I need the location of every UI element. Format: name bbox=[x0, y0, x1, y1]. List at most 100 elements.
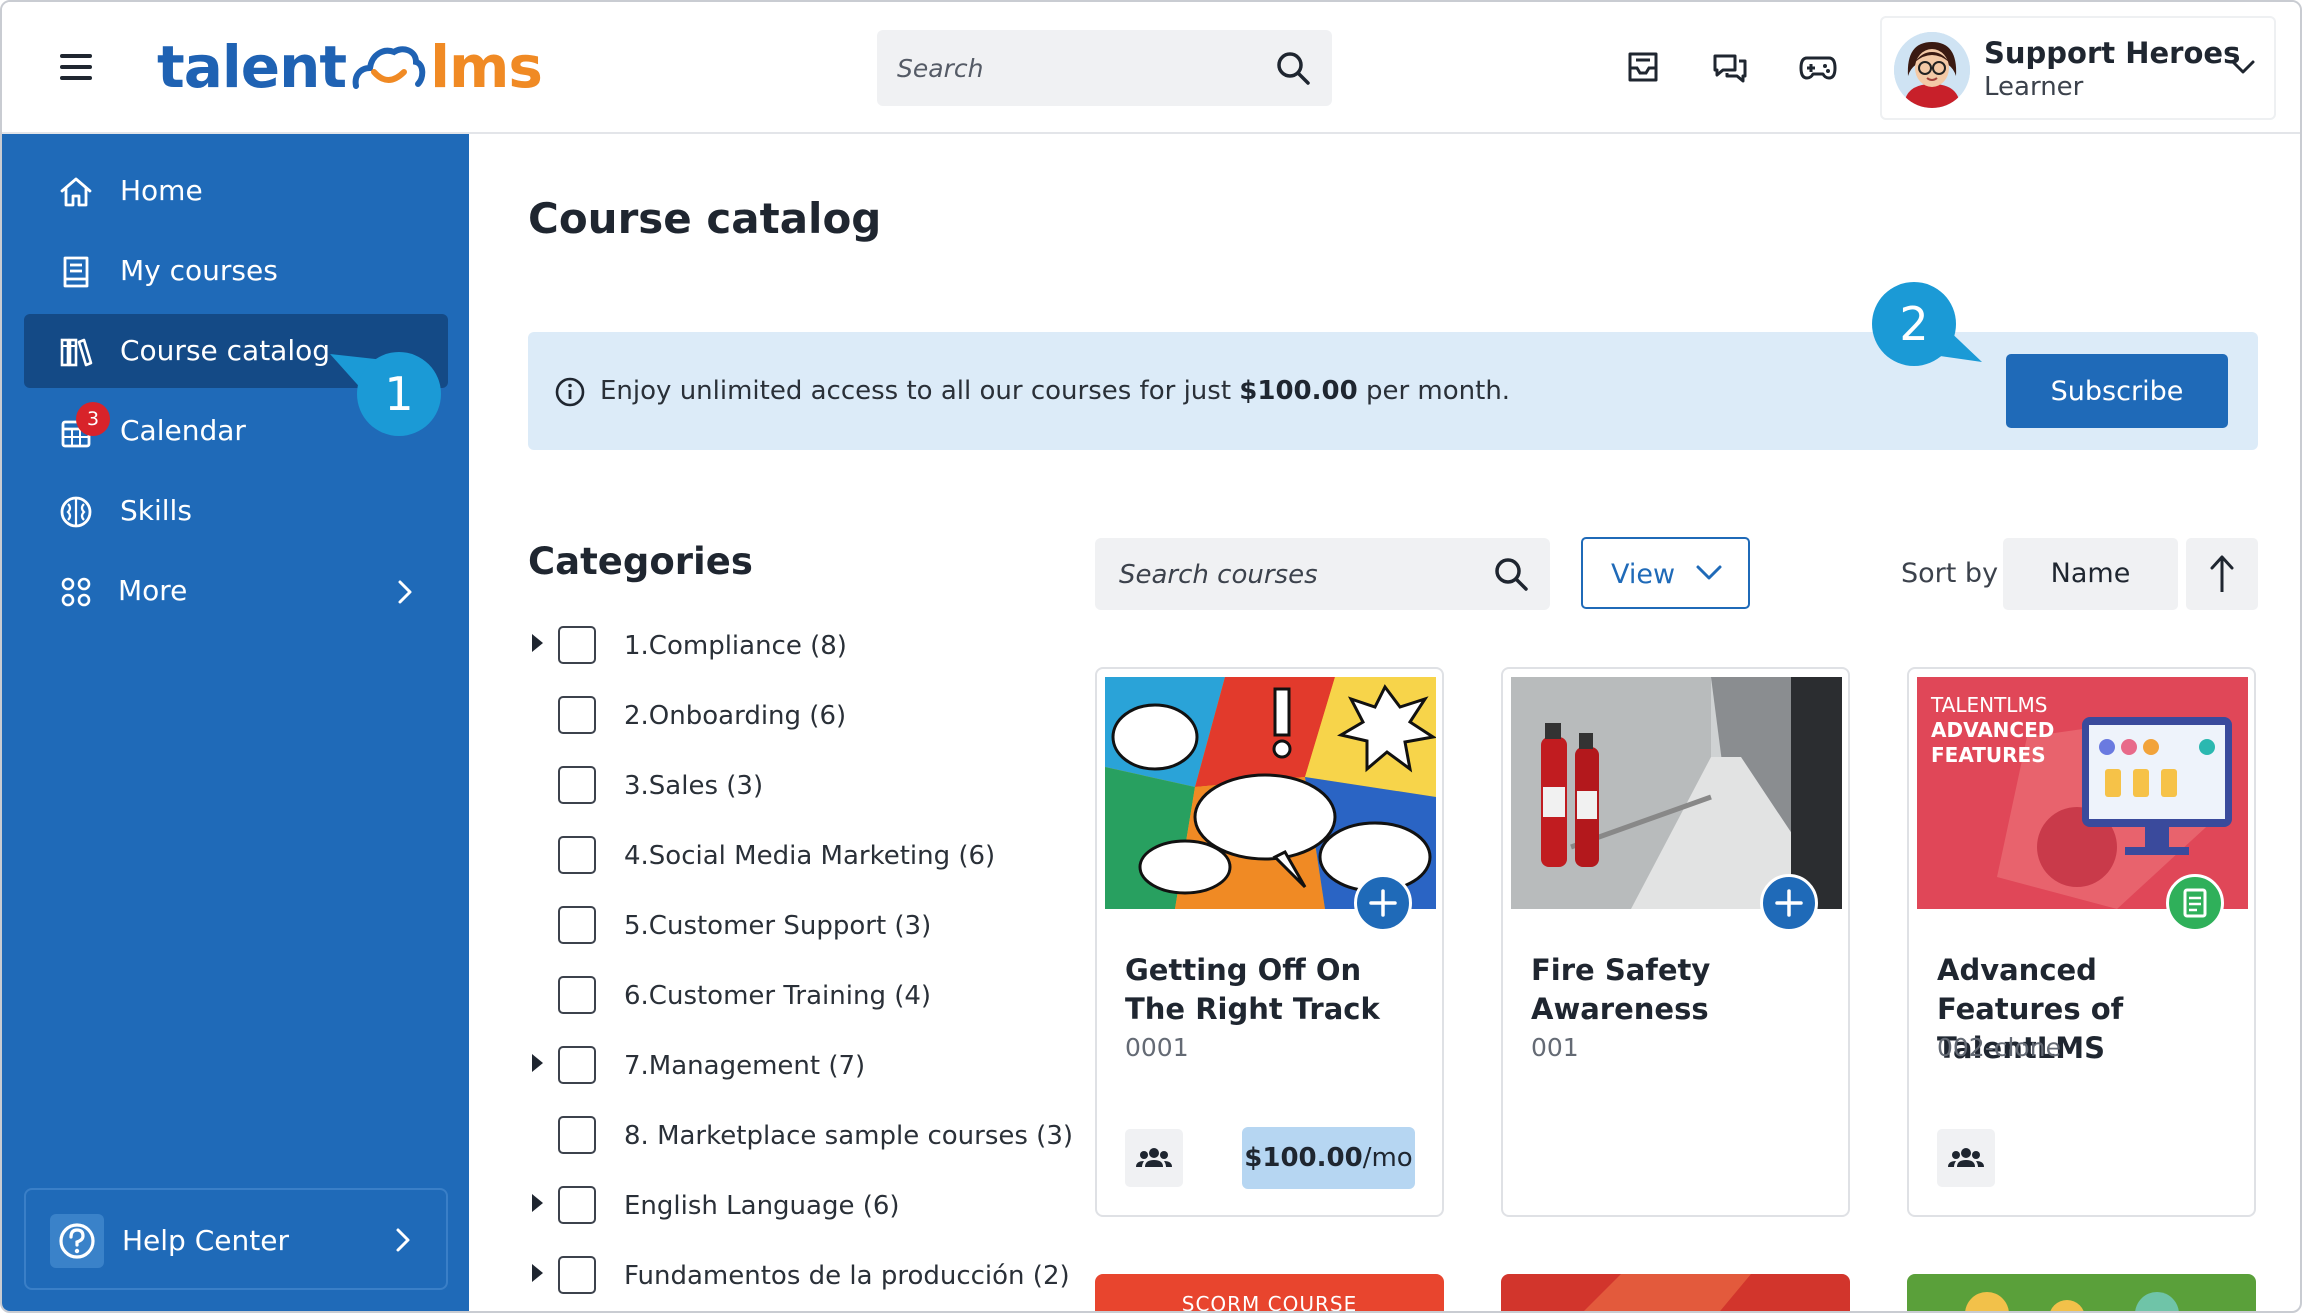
sidebar-item-my-courses[interactable]: My courses bbox=[24, 234, 448, 308]
hamburger-menu-icon[interactable] bbox=[60, 54, 92, 80]
sidebar-item-label: More bbox=[118, 574, 188, 607]
profile-role: Learner bbox=[1984, 72, 2084, 102]
category-checkbox[interactable] bbox=[558, 1046, 596, 1084]
sidebar-item-more[interactable]: More bbox=[24, 554, 448, 628]
category-row[interactable]: 2.Onboarding (6) bbox=[528, 696, 1048, 736]
category-label: 3.Sales (3) bbox=[624, 771, 764, 801]
category-row[interactable]: 7.Management (7) bbox=[528, 1046, 1048, 1086]
subscribe-button[interactable]: Subscribe bbox=[2006, 354, 2228, 428]
question-circle-icon bbox=[59, 1223, 95, 1259]
course-card[interactable]: TALENTLMS ADVANCED FEATURES Advanced Fea… bbox=[1907, 667, 2256, 1217]
library-icon bbox=[60, 338, 93, 367]
course-search-input[interactable]: Search courses bbox=[1095, 538, 1550, 610]
course-card-partial[interactable]: SCORM COURSE bbox=[1095, 1274, 1444, 1313]
add-course-button[interactable] bbox=[1760, 874, 1818, 932]
inbox-icon[interactable] bbox=[1622, 46, 1664, 88]
add-course-button[interactable] bbox=[1354, 874, 1412, 932]
category-checkbox[interactable] bbox=[558, 906, 596, 944]
expand-caret-icon[interactable] bbox=[532, 1264, 543, 1282]
profile-name: Support Heroes bbox=[1984, 36, 2241, 70]
category-label: 2.Onboarding (6) bbox=[624, 701, 847, 731]
category-checkbox[interactable] bbox=[558, 1116, 596, 1154]
category-checkbox[interactable] bbox=[558, 1256, 596, 1294]
banner-text-before: Enjoy unlimited access to all our course… bbox=[600, 376, 1240, 406]
chevron-right-icon bbox=[396, 1228, 410, 1252]
course-price-unit: /mo bbox=[1362, 1143, 1413, 1173]
callout-badge-1: 1 bbox=[357, 352, 441, 436]
expand-caret-icon[interactable] bbox=[532, 1054, 543, 1072]
sidebar-item-label: My courses bbox=[120, 254, 278, 287]
chevron-down-icon bbox=[1696, 565, 1722, 580]
group-course-indicator bbox=[1125, 1129, 1183, 1187]
search-icon[interactable] bbox=[1274, 49, 1312, 87]
plus-icon bbox=[1369, 889, 1397, 917]
course-card[interactable]: Fire Safety Awareness 001 bbox=[1501, 667, 1850, 1217]
category-row[interactable]: 3.Sales (3) bbox=[528, 766, 1048, 806]
category-checkbox[interactable] bbox=[558, 626, 596, 664]
search-icon[interactable] bbox=[1492, 555, 1530, 593]
category-row[interactable]: 1.Compliance (8) bbox=[528, 626, 1048, 666]
category-label: 8. Marketplace sample courses (3) bbox=[624, 1121, 1074, 1151]
sidebar: Home My courses Course catalog 3 Calenda… bbox=[2, 134, 469, 1311]
subscription-banner: Enjoy unlimited access to all our course… bbox=[528, 332, 2258, 450]
category-checkbox[interactable] bbox=[558, 1186, 596, 1224]
course-title[interactable]: Fire Safety Awareness bbox=[1531, 951, 1831, 1029]
expand-caret-icon[interactable] bbox=[532, 1194, 543, 1212]
category-label: 5.Customer Support (3) bbox=[624, 911, 932, 941]
category-row[interactable]: 4.Social Media Marketing (6) bbox=[528, 836, 1048, 876]
sidebar-item-skills[interactable]: Skills bbox=[24, 474, 448, 548]
arrow-up-icon bbox=[2210, 555, 2234, 592]
logo-text-lms: lms bbox=[430, 33, 543, 101]
sort-direction-button[interactable] bbox=[2186, 538, 2258, 610]
view-label: View bbox=[1611, 559, 1676, 590]
global-search-input[interactable]: Search bbox=[877, 30, 1332, 106]
sort-field-select[interactable]: Name bbox=[2003, 538, 2178, 610]
course-thumbnail-partial-image bbox=[1965, 1292, 2179, 1311]
category-row[interactable]: 6.Customer Training (4) bbox=[528, 976, 1048, 1016]
banner-text-after: per month. bbox=[1357, 376, 1511, 406]
gamepad-icon[interactable] bbox=[1797, 46, 1839, 88]
course-code: 002-clone bbox=[1937, 1033, 2061, 1062]
cloud-logo-icon bbox=[352, 46, 426, 89]
sidebar-item-home[interactable]: Home bbox=[24, 154, 448, 228]
calendar-notification-badge: 3 bbox=[76, 402, 110, 436]
category-row[interactable]: 8. Marketplace sample courses (3) bbox=[528, 1116, 1073, 1156]
category-row[interactable]: 5.Customer Support (3) bbox=[528, 906, 1048, 946]
course-card-partial[interactable] bbox=[1501, 1274, 1850, 1311]
expand-caret-icon[interactable] bbox=[532, 634, 543, 652]
logo-text-talent: talent bbox=[157, 33, 347, 101]
callout-badge-2: 2 bbox=[1872, 282, 1956, 366]
category-row[interactable]: Fundamentos de la producción (2) bbox=[528, 1256, 1070, 1296]
talentlms-logo[interactable]: talent lms bbox=[157, 32, 543, 102]
chevron-down-icon[interactable] bbox=[2230, 58, 2256, 76]
user-profile-menu[interactable]: Support Heroes Learner bbox=[1880, 16, 2276, 120]
user-avatar-icon bbox=[1894, 32, 1970, 108]
grid-icon bbox=[61, 577, 91, 607]
users-group-icon bbox=[1136, 1148, 1172, 1167]
help-center-button[interactable]: Help Center bbox=[24, 1188, 448, 1290]
chat-icon[interactable] bbox=[1709, 46, 1751, 88]
course-title[interactable]: Getting Off On The Right Track bbox=[1125, 951, 1425, 1029]
category-label: 4.Social Media Marketing (6) bbox=[624, 841, 996, 871]
top-header: talent lms Search Support Heroes Learner bbox=[2, 2, 2300, 134]
category-checkbox[interactable] bbox=[558, 976, 596, 1014]
chevron-right-icon bbox=[398, 580, 412, 604]
category-checkbox[interactable] bbox=[558, 836, 596, 874]
category-checkbox[interactable] bbox=[558, 696, 596, 734]
categories-title: Categories bbox=[528, 540, 753, 583]
book-icon bbox=[63, 256, 89, 288]
document-icon bbox=[2183, 888, 2207, 918]
course-card[interactable]: Getting Off On The Right Track 0001 $100… bbox=[1095, 667, 1444, 1217]
view-dropdown[interactable]: View bbox=[1581, 537, 1750, 609]
sort-field-value: Name bbox=[2050, 558, 2131, 589]
category-label: 7.Management (7) bbox=[624, 1051, 866, 1081]
course-card-partial[interactable] bbox=[1907, 1274, 2256, 1311]
scorm-course-label: SCORM COURSE bbox=[1181, 1292, 1358, 1313]
plus-icon bbox=[1775, 889, 1803, 917]
help-center-label: Help Center bbox=[122, 1224, 289, 1257]
course-type-badge bbox=[2166, 874, 2224, 932]
category-label: 6.Customer Training (4) bbox=[624, 981, 932, 1011]
category-row[interactable]: English Language (6) bbox=[528, 1186, 1048, 1226]
category-checkbox[interactable] bbox=[558, 766, 596, 804]
sidebar-item-label: Calendar bbox=[120, 414, 246, 447]
